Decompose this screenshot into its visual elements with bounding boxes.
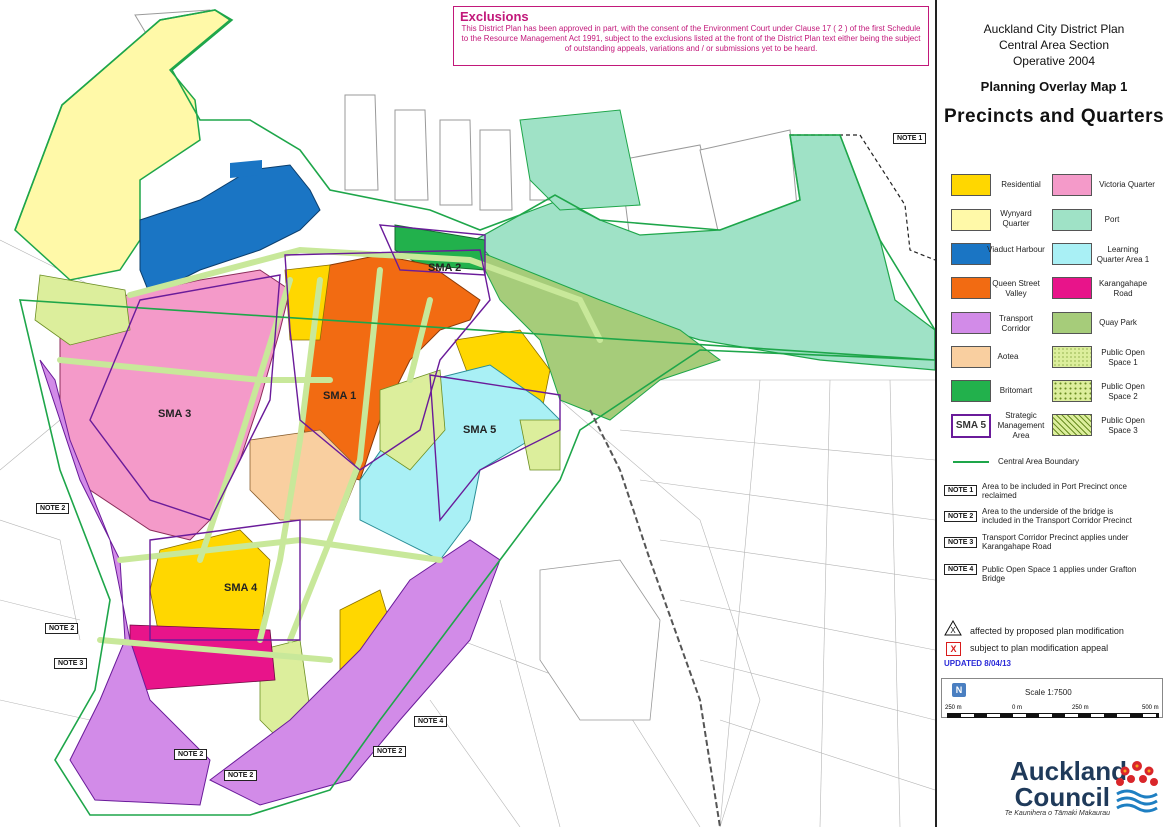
legend-label-britomart: Britomart [999, 386, 1033, 395]
overlay-map-title: Planning Overlay Map 1 [980, 79, 1128, 94]
map-note3-tag: NOTE 3 [54, 658, 88, 669]
legend-swatch-open-space-1 [1052, 346, 1092, 368]
legend-label-aotea: Aotea [997, 352, 1019, 361]
legend-label-boundary: Central Area Boundary [998, 457, 1079, 466]
plan-title-line1: Auckland City District Plan [983, 22, 1125, 36]
legend-boundary-line [953, 461, 989, 463]
viaduct-wharf-1 [230, 160, 262, 178]
sma5-label: SMA 5 [463, 424, 497, 436]
note1-tag: NOTE 1 [944, 485, 978, 496]
sma2-label: SMA 2 [428, 262, 462, 274]
scale-tick-3: 500 m [1142, 705, 1159, 711]
map-note1-tag: NOTE 1 [893, 133, 927, 144]
note2-tag: NOTE 2 [944, 511, 978, 522]
legend-label-learning-quarter: Learning Quarter Area 1 [1096, 245, 1150, 264]
pohutukawa-logo-icon [1116, 761, 1158, 813]
legend-swatch-open-space-3 [1052, 414, 1092, 436]
map-note2-tag-a: NOTE 2 [36, 503, 70, 514]
council-logo-tagline: Te Kaunihera o Tāmaki Makaurau [1004, 810, 1110, 817]
map-note2-tag-b: NOTE 2 [45, 623, 79, 634]
note3-text: Transport Corridor Precinct applies unde… [982, 533, 1129, 551]
exclusions-box: Exclusions This District Plan has been a… [453, 6, 929, 66]
legend-label-viaduct-harbour: Viaduct Harbour [987, 245, 1045, 254]
council-logo-line2: Council [1014, 782, 1110, 812]
council-logo-text: Auckland Council [1010, 756, 1128, 812]
note1-text: Area to be included in Port Precinct onc… [982, 482, 1127, 500]
triangle-x-icon: X [944, 620, 962, 636]
legend-swatch-sma: SMA 5 [951, 414, 991, 438]
north-arrow-icon: N [952, 683, 966, 697]
legend-label-open-space-2: Public Open Space 2 [1101, 382, 1145, 401]
legend-swatch-victoria-quarter [1052, 174, 1092, 196]
scale-tick-2: 250 m [1072, 705, 1089, 711]
plan-title-line3: Operative 2004 [1012, 54, 1096, 68]
council-logo-line1: Auckland [1010, 756, 1128, 786]
legend-label-sma: Strategic Management Area [997, 411, 1045, 440]
legend-label-residential: Residential [1001, 180, 1041, 189]
legend-swatch-transport-corridor [951, 312, 991, 334]
note4-text: Public Open Space 1 applies under Grafto… [982, 565, 1137, 583]
legend-swatch-wynyard-quarter [951, 209, 991, 231]
legend-label-transport-corridor: Transport Corridor [999, 314, 1033, 333]
legend-swatch-viaduct-harbour [951, 243, 991, 265]
map-note2-tag-d: NOTE 2 [174, 749, 208, 760]
note3-tag: NOTE 3 [944, 537, 978, 548]
updated-date: UPDATED 8/04/13 [944, 659, 1011, 668]
plan-title-line2: Central Area Section [998, 38, 1110, 52]
map-note2-tag-c: NOTE 2 [373, 746, 407, 757]
legend-swatch-open-space-2 [1052, 380, 1092, 402]
sma3-label: SMA 3 [158, 408, 192, 420]
sma1-label: SMA 1 [323, 390, 357, 402]
legend-label-quay-park: Quay Park [1099, 318, 1137, 327]
map-note4-tag: NOTE 4 [414, 716, 448, 727]
note2-text: Area to the underside of the bridge is i… [982, 507, 1132, 525]
scale-tick-0: 250 m [945, 705, 962, 711]
svg-text:X: X [950, 626, 956, 635]
legend-swatch-learning-quarter [1052, 243, 1092, 265]
legend-swatch-queen-street-valley [951, 277, 991, 299]
sma4-label: SMA 4 [224, 582, 258, 594]
legend-label-open-space-3: Public Open Space 3 [1101, 416, 1145, 435]
legend-label-victoria-quarter: Victoria Quarter [1099, 180, 1155, 189]
scale-tick-1: 0 m [1012, 705, 1023, 711]
exclusions-heading: Exclusions [460, 9, 529, 24]
mod-appeal-text: subject to plan modification appeal [970, 643, 1109, 653]
legend-label-queen-street-valley: Queen Street Valley [992, 279, 1040, 298]
scale-box [941, 678, 1163, 718]
legend-label-port: Port [1104, 215, 1120, 224]
exclusions-body: This District Plan has been approved in … [461, 24, 921, 53]
red-x-icon: X [946, 642, 961, 656]
page-title: Precincts and Quarters [943, 106, 1165, 127]
legend-swatch-karangahape-road [1052, 277, 1092, 299]
scale-bar [947, 713, 1159, 718]
legend-label-open-space-1: Public Open Space 1 [1101, 348, 1145, 367]
legend-label-karangahape-road: Karangahape Road [1098, 279, 1148, 298]
planning-map[interactable] [0, 0, 935, 827]
note4-tag: NOTE 4 [944, 564, 978, 575]
legend-swatch-residential [951, 174, 991, 196]
scale-label: Scale 1:7500 [1025, 688, 1072, 697]
karangahape-road-zone[interactable] [129, 624, 276, 691]
mod-affected-text: affected by proposed plan modification [970, 626, 1124, 636]
legend-label-wynyard-quarter: Wynyard Quarter [1000, 209, 1032, 228]
map-note2-tag-e: NOTE 2 [224, 770, 258, 781]
